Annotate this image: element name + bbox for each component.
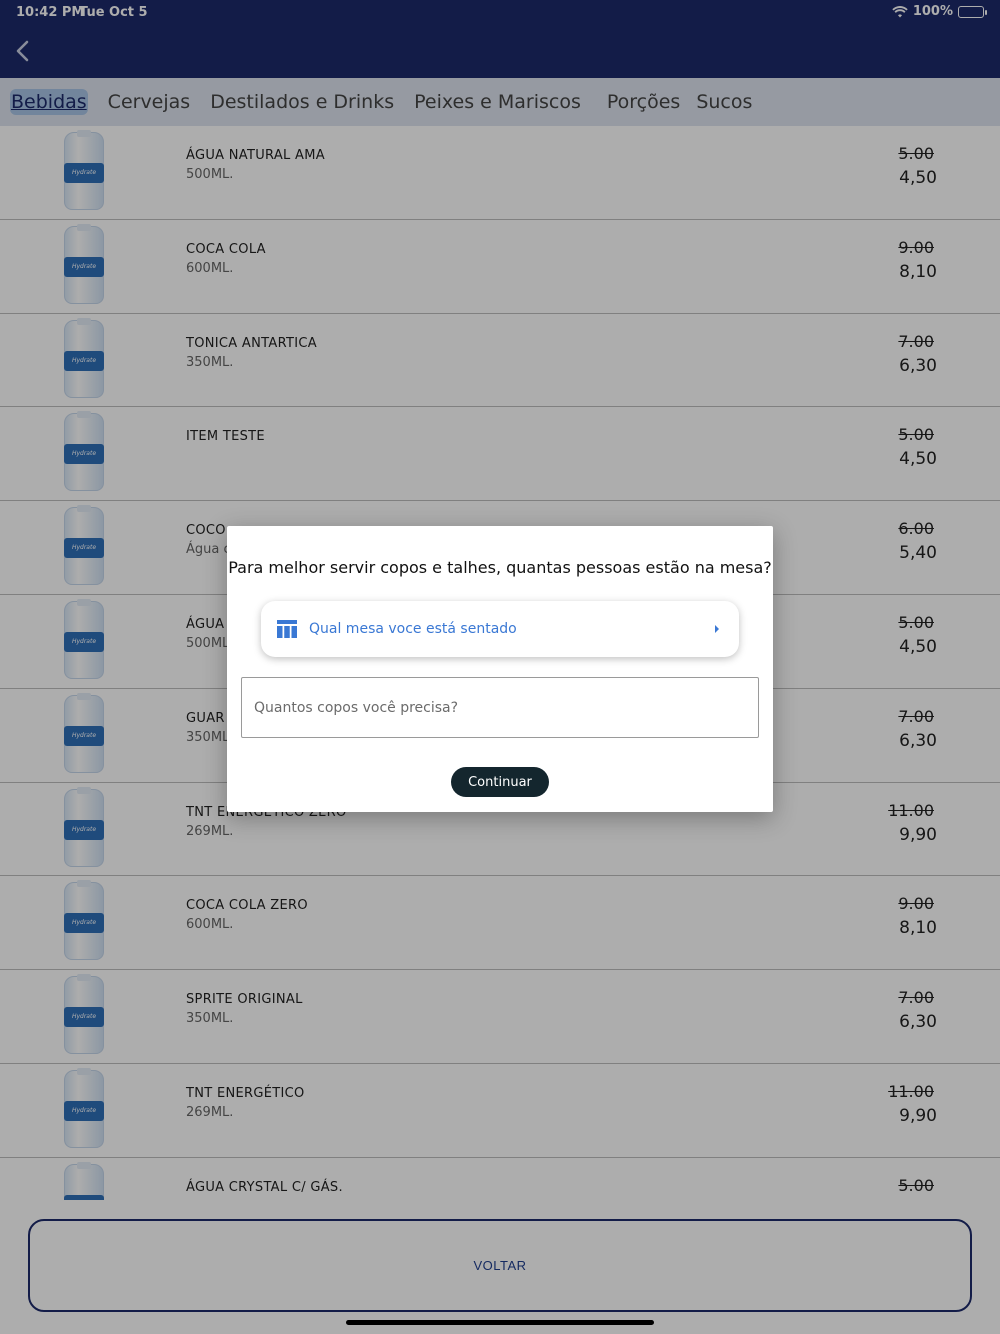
- continuar-button[interactable]: Continuar: [451, 767, 549, 797]
- caret-right-icon: [715, 625, 719, 633]
- glasses-dialog: Para melhor servir copos e talhes, quant…: [227, 526, 773, 812]
- dialog-title: Para melhor servir copos e talhes, quant…: [228, 558, 772, 577]
- copos-input[interactable]: [241, 677, 759, 738]
- table-select-label: Qual mesa voce está sentado: [309, 621, 517, 637]
- table-grid-icon: [277, 620, 297, 638]
- table-select[interactable]: Qual mesa voce está sentado: [261, 601, 739, 657]
